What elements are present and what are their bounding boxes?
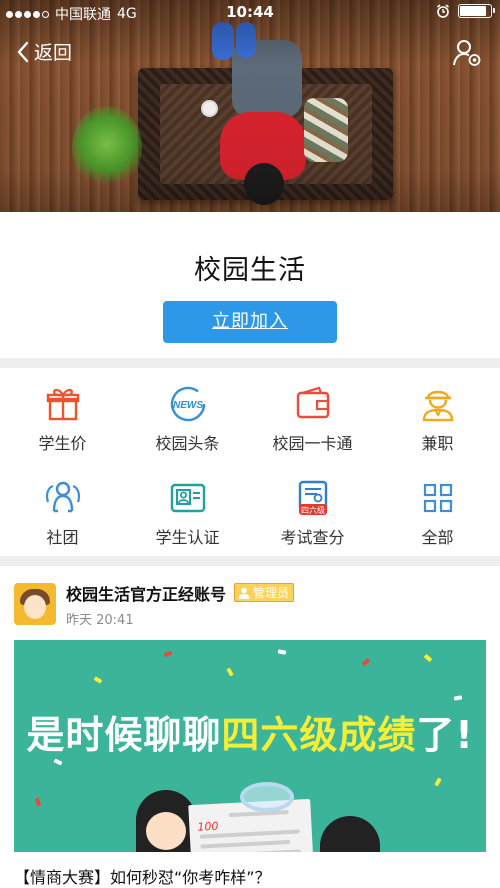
post-banner-image[interactable]: 是时候聊聊四六级成绩了! 100 bbox=[14, 640, 486, 852]
grid-item-label: 校园一卡通 bbox=[272, 434, 353, 453]
banner-text-suffix: 了! bbox=[416, 713, 474, 757]
alarm-icon bbox=[437, 4, 449, 18]
user-settings-icon[interactable] bbox=[452, 38, 482, 68]
banner-headline: 是时候聊聊四六级成绩了! bbox=[14, 704, 486, 759]
club-people-icon bbox=[45, 481, 80, 513]
grid-item-all[interactable]: 全部 bbox=[375, 466, 500, 560]
boy-illustration bbox=[320, 816, 380, 852]
feature-grid: 学生价 NEWS 校园头条 校园一卡通 兼职 社团 学生认证 四六级 考试查分 … bbox=[0, 368, 500, 556]
gift-icon bbox=[46, 388, 79, 421]
grid-item-exam-score[interactable]: 四六级 考试查分 bbox=[250, 466, 375, 560]
confetti bbox=[163, 650, 173, 658]
post-meta: 校园生活官方正经账号 管理员 昨天 20:41 bbox=[66, 581, 295, 628]
all-grid-icon bbox=[423, 483, 452, 513]
grid-item-campus-news[interactable]: NEWS 校园头条 bbox=[125, 372, 250, 466]
confetti bbox=[34, 797, 42, 807]
grid-item-label: 学生价 bbox=[38, 434, 87, 453]
battery-fill bbox=[460, 6, 486, 16]
grid-item-student-verify[interactable]: 学生认证 bbox=[125, 466, 250, 560]
grid-item-label: 学生认证 bbox=[155, 528, 220, 547]
confetti bbox=[277, 649, 287, 655]
section-divider bbox=[0, 358, 500, 368]
post-header: 校园生活官方正经账号 管理员 昨天 20:41 bbox=[14, 581, 486, 628]
grid-item-student-price[interactable]: 学生价 bbox=[0, 372, 125, 466]
paper-score: 100 bbox=[197, 819, 219, 834]
avatar-face bbox=[24, 595, 46, 619]
grid-item-label: 校园头条 bbox=[155, 434, 220, 453]
wallet-card-icon bbox=[296, 386, 329, 419]
post-card[interactable]: 校园生活官方正经账号 管理员 昨天 20:41 是时候聊聊四六级成绩了! 100… bbox=[0, 566, 500, 888]
grid-item-label: 兼职 bbox=[421, 434, 454, 453]
battery-icon bbox=[458, 4, 495, 18]
group-header: 校园生活 立即加入 bbox=[0, 212, 500, 358]
join-button[interactable]: 立即加入 bbox=[163, 301, 337, 343]
grid-item-campus-card[interactable]: 校园一卡通 bbox=[250, 372, 375, 466]
grid-item-label: 考试查分 bbox=[280, 528, 345, 547]
author-line: 校园生活官方正经账号 管理员 bbox=[66, 581, 295, 605]
admin-badge: 管理员 bbox=[234, 583, 295, 602]
exam-badge-label: 四六级 bbox=[301, 505, 325, 515]
id-card-icon bbox=[170, 483, 205, 513]
confetti bbox=[453, 695, 463, 701]
magnifier-illustration bbox=[240, 782, 294, 812]
post-timestamp: 昨天 20:41 bbox=[66, 612, 134, 628]
confetti bbox=[423, 653, 433, 663]
clock: 10:44 bbox=[226, 3, 274, 21]
news-icon: NEWS bbox=[170, 386, 205, 422]
post-title[interactable]: 【情商大赛】如何秒怼“你考咋样”？ bbox=[14, 864, 486, 888]
paper-line bbox=[200, 849, 301, 852]
grid-item-label: 全部 bbox=[421, 528, 454, 547]
paper-line bbox=[200, 839, 291, 849]
admin-badge-label: 管理员 bbox=[253, 586, 290, 600]
girl-illustration bbox=[136, 790, 196, 852]
page-title: 校园生活 bbox=[194, 255, 306, 286]
confetti bbox=[53, 758, 63, 766]
grid-item-part-time[interactable]: 兼职 bbox=[375, 372, 500, 466]
nav-bar: 返回 bbox=[0, 32, 500, 72]
back-button[interactable]: 返回 bbox=[16, 38, 72, 65]
status-bar: 中国联通 4G 10:44 bbox=[0, 0, 500, 24]
girl-face bbox=[146, 812, 186, 850]
grid-item-clubs[interactable]: 社团 bbox=[0, 466, 125, 560]
exam-score-icon: 四六级 bbox=[298, 480, 327, 515]
back-label: 返回 bbox=[34, 42, 73, 64]
author-name[interactable]: 校园生活官方正经账号 bbox=[66, 581, 226, 605]
svg-text:NEWS: NEWS bbox=[173, 400, 203, 411]
chevron-left-icon bbox=[17, 41, 29, 62]
confetti bbox=[226, 667, 234, 677]
avatar[interactable] bbox=[14, 583, 56, 625]
banner-text-highlight: 四六级成绩 bbox=[221, 713, 417, 757]
grid-item-label: 社团 bbox=[46, 528, 79, 547]
banner-text-prefix: 是时候聊聊 bbox=[26, 713, 222, 757]
confetti bbox=[361, 657, 371, 667]
admin-user-icon bbox=[238, 587, 250, 599]
hero-cover-image: 中国联通 4G 10:44 返回 bbox=[0, 0, 500, 212]
worker-icon bbox=[422, 390, 453, 422]
status-right bbox=[436, 4, 495, 18]
confetti bbox=[434, 777, 442, 787]
confetti bbox=[93, 676, 103, 684]
